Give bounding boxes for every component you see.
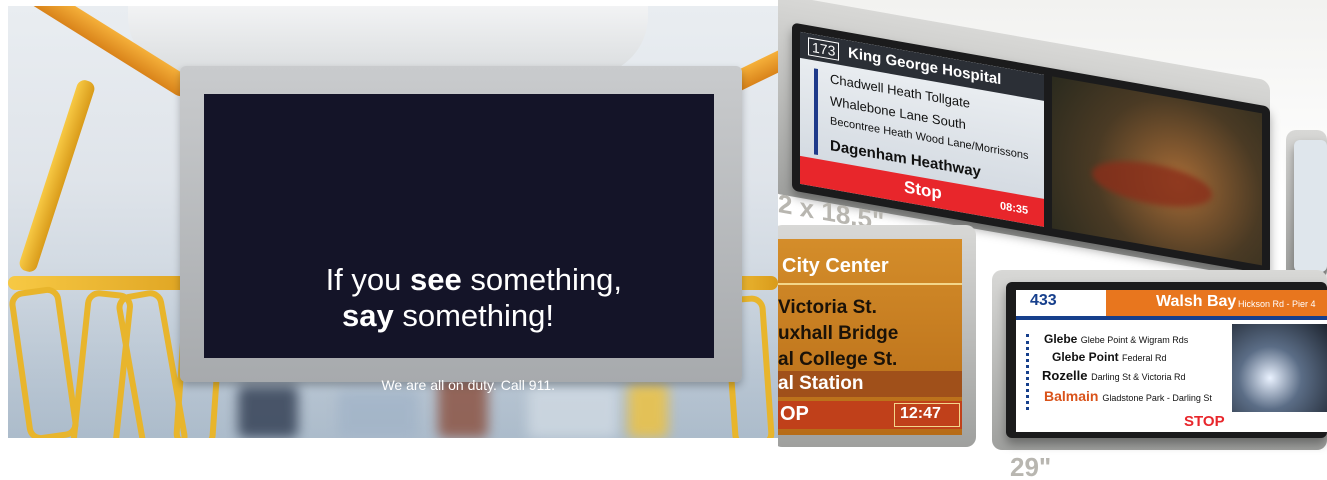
clock: 12:47 <box>900 405 941 422</box>
stop-3: Rozelle Darling St & Victoria Rd <box>1042 368 1186 383</box>
destination: Walsh Bay <box>1156 293 1237 310</box>
stop-2: Glebe Point Federal Rd <box>1052 350 1167 364</box>
passenger-blur <box>238 386 298 438</box>
next-stop: al Station <box>778 373 864 394</box>
displays-product-photo: 173 King George Hospital Chadwell Heath … <box>778 0 1327 480</box>
pole-blur <box>628 384 668 438</box>
monitor-screen: If you see something, say something! We … <box>204 94 714 393</box>
display-433: 433 Walsh Bay Hickson Rd - Pier 4 Glebe … <box>992 270 1327 480</box>
stop-2: uxhall Bridge <box>778 323 899 344</box>
submessage: We are all on duty. Call 911. <box>381 377 555 393</box>
destination-sub: Hickson Rd - Pier 4 <box>1238 299 1316 309</box>
destination: City Center <box>782 255 889 277</box>
stop-1: Glebe Glebe Point & Wigram Rds <box>1044 332 1189 346</box>
stop-indicator: STOP <box>1184 413 1225 430</box>
light-trails-image <box>1232 324 1327 414</box>
route-info-screen: 433 Walsh Bay Hickson Rd - Pier 4 Glebe … <box>1016 290 1327 432</box>
next-stop: Balmain Gladstone Park - Darling St <box>1044 388 1212 404</box>
stop-1: Victoria St. <box>778 297 877 318</box>
message-line-1: If you see something, <box>325 262 622 297</box>
amber-screen: City Center Victoria St. uxhall Bridge a… <box>778 239 962 435</box>
display-city-center: City Center Victoria St. uxhall Bridge a… <box>778 225 978 447</box>
window-blur <box>338 391 418 438</box>
stop-3: al College St. <box>778 349 898 370</box>
size-label-29: 29" <box>1010 452 1052 480</box>
display-partial <box>1286 130 1327 280</box>
message-line-2: say something! <box>342 298 554 333</box>
window-blur <box>528 386 618 438</box>
stop-indicator: OP <box>780 403 809 425</box>
route-number: 433 <box>1030 292 1057 309</box>
bus-interior-photo: If you see something, say something! We … <box>8 6 778 438</box>
